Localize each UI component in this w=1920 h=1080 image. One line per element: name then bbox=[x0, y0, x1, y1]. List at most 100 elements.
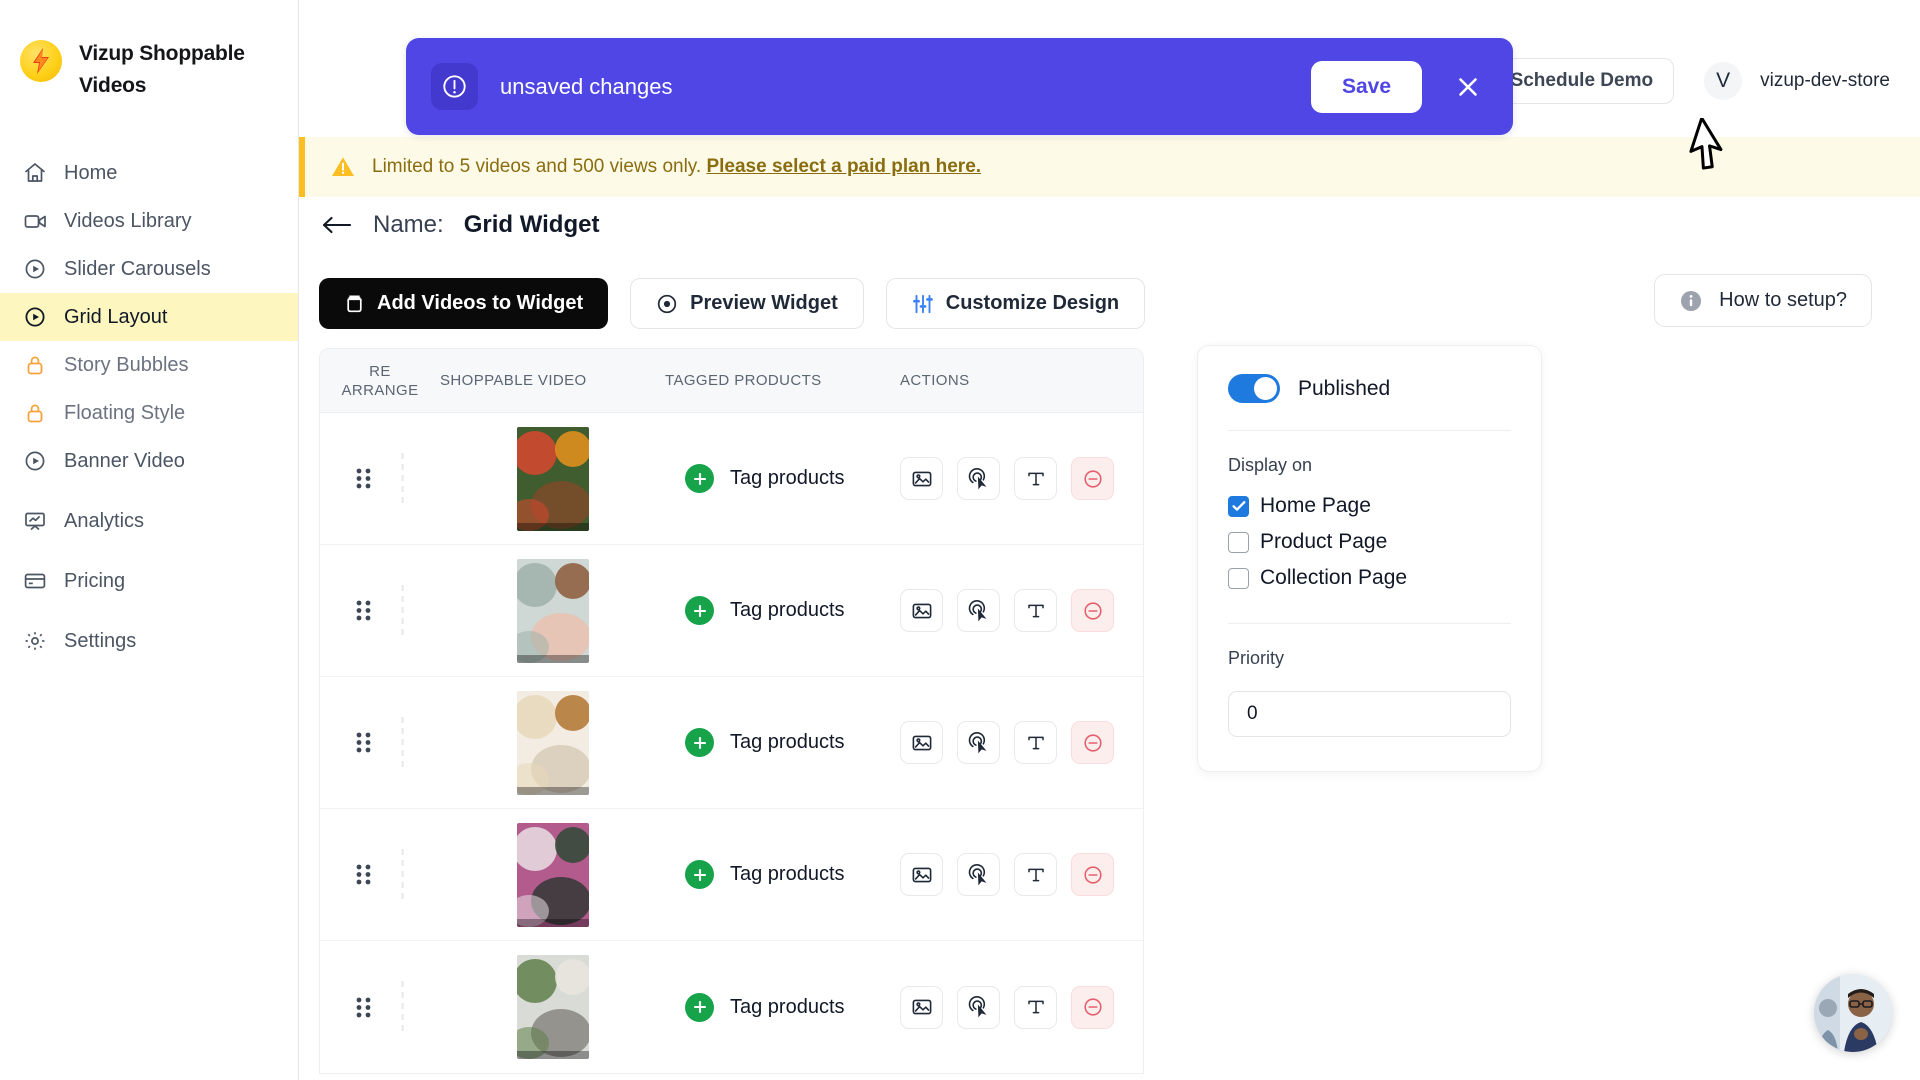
text-button[interactable] bbox=[1014, 721, 1057, 764]
remove-button[interactable] bbox=[1071, 721, 1114, 764]
sidebar-item-home[interactable]: Home bbox=[0, 149, 298, 197]
checkbox-row-home-page[interactable]: Home Page bbox=[1228, 488, 1511, 524]
sidebar-item-label: Pricing bbox=[64, 570, 125, 593]
column-header-tagged-products: TAGGED PRODUCTS bbox=[665, 372, 900, 389]
cursor-click-icon bbox=[968, 468, 990, 490]
thumbnail-button[interactable] bbox=[900, 853, 943, 896]
thumbnail-button[interactable] bbox=[900, 986, 943, 1029]
paid-plan-link[interactable]: Please select a paid plan here. bbox=[706, 156, 981, 177]
video-thumbnail[interactable] bbox=[517, 559, 589, 663]
row-divider-dots bbox=[400, 585, 405, 637]
how-to-setup-label: How to setup? bbox=[1719, 289, 1847, 312]
plus-circle-icon[interactable] bbox=[685, 993, 714, 1022]
thumbnail-button[interactable] bbox=[900, 589, 943, 632]
actions-cell bbox=[900, 589, 1143, 632]
sidebar: Vizup Shoppable Videos Home Videos Libra… bbox=[0, 0, 299, 1080]
remove-button[interactable] bbox=[1071, 853, 1114, 896]
drag-dots-icon[interactable] bbox=[355, 466, 372, 491]
video-cell bbox=[440, 955, 665, 1059]
text-button[interactable] bbox=[1014, 986, 1057, 1029]
tagged-products-cell: Tag products bbox=[665, 860, 900, 889]
remove-button[interactable] bbox=[1071, 986, 1114, 1029]
drag-dots-icon[interactable] bbox=[355, 995, 372, 1020]
media-box-icon bbox=[344, 293, 365, 314]
remove-button[interactable] bbox=[1071, 457, 1114, 500]
hotspot-button[interactable] bbox=[957, 589, 1000, 632]
lightning-bolt-icon bbox=[20, 40, 62, 82]
panel-divider bbox=[1228, 623, 1511, 624]
tag-products-label[interactable]: Tag products bbox=[730, 863, 845, 886]
add-videos-label: Add Videos to Widget bbox=[377, 292, 583, 315]
plus-circle-icon[interactable] bbox=[685, 860, 714, 889]
tag-products-label[interactable]: Tag products bbox=[730, 467, 845, 490]
thumbnail-button[interactable] bbox=[900, 721, 943, 764]
checkbox-collection-page[interactable] bbox=[1228, 568, 1249, 589]
sidebar-item-slider-carousels[interactable]: Slider Carousels bbox=[0, 245, 298, 293]
sidebar-item-pricing[interactable]: Pricing bbox=[0, 557, 298, 605]
cursor-click-icon bbox=[968, 600, 990, 622]
column-header-shoppable-video: SHOPPABLE VIDEO bbox=[440, 372, 665, 389]
text-button[interactable] bbox=[1014, 457, 1057, 500]
text-t-icon bbox=[1025, 600, 1047, 622]
sidebar-item-label: Banner Video bbox=[64, 450, 185, 473]
tagged-products-cell: Tag products bbox=[665, 464, 900, 493]
tagged-products-cell: Tag products bbox=[665, 728, 900, 757]
hotspot-button[interactable] bbox=[957, 986, 1000, 1029]
warning-message: Limited to 5 videos and 500 views only. bbox=[372, 156, 701, 177]
account-menu[interactable]: V vizup-dev-store bbox=[1704, 62, 1890, 100]
video-thumbnail[interactable] bbox=[517, 427, 589, 531]
plus-circle-icon[interactable] bbox=[685, 596, 714, 625]
video-thumbnail[interactable] bbox=[517, 955, 589, 1059]
text-t-icon bbox=[1025, 864, 1047, 886]
preview-widget-button[interactable]: Preview Widget bbox=[630, 278, 864, 329]
drag-dots-icon[interactable] bbox=[355, 862, 372, 887]
widget-toolbar: Add Videos to Widget Preview Widget bbox=[319, 278, 1145, 329]
remove-button[interactable] bbox=[1071, 589, 1114, 632]
published-label: Published bbox=[1298, 377, 1390, 401]
published-toggle[interactable] bbox=[1228, 374, 1280, 403]
close-icon[interactable] bbox=[1448, 67, 1488, 107]
actions-cell bbox=[900, 457, 1143, 500]
arrow-left-icon[interactable] bbox=[319, 208, 353, 242]
sidebar-item-floating-style[interactable]: Floating Style bbox=[0, 389, 298, 437]
checkbox-row-collection-page[interactable]: Collection Page bbox=[1228, 560, 1511, 596]
thumbnail-button[interactable] bbox=[900, 457, 943, 500]
hotspot-button[interactable] bbox=[957, 853, 1000, 896]
priority-input[interactable] bbox=[1228, 691, 1511, 737]
checkbox-row-product-page[interactable]: Product Page bbox=[1228, 524, 1511, 560]
sidebar-item-settings[interactable]: Settings bbox=[0, 617, 298, 665]
tag-products-label[interactable]: Tag products bbox=[730, 731, 845, 754]
customize-design-button[interactable]: Customize Design bbox=[886, 278, 1145, 329]
how-to-setup-button[interactable]: How to setup? bbox=[1654, 274, 1872, 327]
image-icon bbox=[911, 468, 933, 490]
name-label: Name: bbox=[373, 211, 444, 239]
sidebar-item-videos-library[interactable]: Videos Library bbox=[0, 197, 298, 245]
checkbox-label: Home Page bbox=[1260, 494, 1371, 518]
sidebar-item-grid-layout[interactable]: Grid Layout bbox=[0, 293, 298, 341]
video-thumbnail[interactable] bbox=[517, 823, 589, 927]
rearrange-line2: ARRANGE bbox=[320, 381, 440, 400]
text-button[interactable] bbox=[1014, 589, 1057, 632]
hotspot-button[interactable] bbox=[957, 721, 1000, 764]
add-videos-to-widget-button[interactable]: Add Videos to Widget bbox=[319, 278, 608, 329]
support-chat-avatar[interactable] bbox=[1814, 974, 1892, 1052]
drag-dots-icon[interactable] bbox=[355, 730, 372, 755]
save-button[interactable]: Save bbox=[1311, 61, 1422, 113]
sidebar-item-story-bubbles[interactable]: Story Bubbles bbox=[0, 341, 298, 389]
sidebar-item-analytics[interactable]: Analytics bbox=[0, 497, 298, 545]
drag-dots-icon[interactable] bbox=[355, 598, 372, 623]
video-thumbnail[interactable] bbox=[517, 691, 589, 795]
warning-text: Limited to 5 videos and 500 views only. … bbox=[372, 156, 981, 178]
plus-circle-icon[interactable] bbox=[685, 464, 714, 493]
checkbox-home-page[interactable] bbox=[1228, 496, 1249, 517]
hotspot-button[interactable] bbox=[957, 457, 1000, 500]
checkbox-product-page[interactable] bbox=[1228, 532, 1249, 553]
tag-products-label[interactable]: Tag products bbox=[730, 599, 845, 622]
preview-widget-label: Preview Widget bbox=[690, 292, 838, 315]
sidebar-item-banner-video[interactable]: Banner Video bbox=[0, 437, 298, 485]
text-button[interactable] bbox=[1014, 853, 1057, 896]
schedule-demo-button[interactable]: Schedule Demo bbox=[1490, 58, 1675, 104]
plus-circle-icon[interactable] bbox=[685, 728, 714, 757]
actions-cell bbox=[900, 986, 1143, 1029]
tag-products-label[interactable]: Tag products bbox=[730, 996, 845, 1019]
